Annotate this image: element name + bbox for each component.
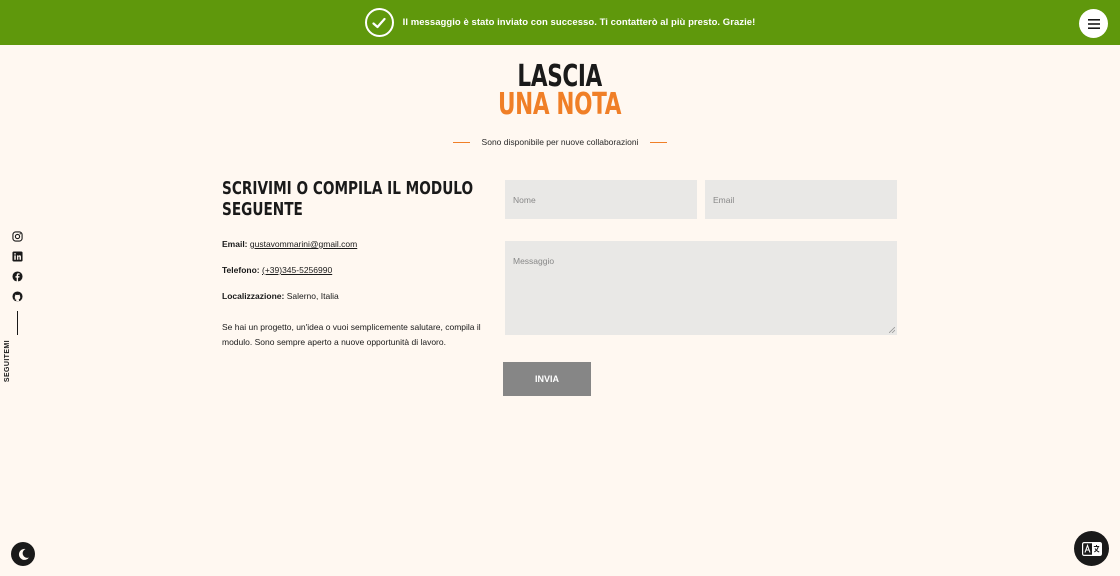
page-title: LASCIA UNA NOTA (0, 62, 1120, 120)
subtitle-text: Sono disponibile per nuove collaborazion… (481, 137, 639, 147)
facebook-icon[interactable] (12, 271, 23, 282)
linkedin-icon[interactable] (12, 251, 23, 262)
resize-grip-icon[interactable] (889, 327, 895, 333)
phone-label: Telefono: (222, 265, 260, 275)
subtitle-dash-right (650, 141, 668, 143)
email-link[interactable]: gustavommarini@gmail.com (250, 239, 357, 249)
social-links (12, 231, 24, 335)
subtitle: Sono disponibile per nuove collaborazion… (0, 137, 1120, 147)
contact-info: SCRIVIMI O COMPILA IL MODULO SEGUENTE Em… (222, 179, 492, 347)
dark-mode-toggle[interactable] (11, 542, 35, 566)
phone-info: Telefono: (+39)345-5256990 (222, 265, 332, 275)
submit-button[interactable]: INVIA (503, 362, 591, 396)
social-divider (17, 311, 18, 335)
success-message: Il messaggio è stato inviato con success… (402, 17, 756, 28)
subtitle-dash-left (452, 141, 470, 143)
contact-paragraph: Se hai un progetto, un'idea o vuoi sempl… (222, 322, 481, 347)
message-placeholder: Messaggio (513, 256, 555, 266)
name-input[interactable]: Nome (505, 180, 697, 219)
message-textarea[interactable]: Messaggio (505, 241, 897, 335)
email-placeholder: Email (713, 194, 735, 205)
translate-button[interactable] (1074, 531, 1109, 566)
hamburger-menu-icon (1087, 18, 1100, 29)
phone-link[interactable]: (+39)345-5256990 (262, 265, 332, 275)
success-banner: Il messaggio è stato inviato con success… (0, 0, 1120, 45)
check-circle-icon (364, 8, 394, 37)
moon-icon (18, 548, 29, 560)
translate-icon (1081, 541, 1102, 556)
menu-button[interactable] (1079, 9, 1108, 38)
location-label: Localizzazione: (222, 291, 285, 301)
location-info: Localizzazione: Salerno, Italia (222, 291, 339, 301)
contact-heading: SCRIVIMI O COMPILA IL MODULO SEGUENTE (222, 179, 474, 220)
email-label: Email: (222, 239, 248, 249)
name-placeholder: Nome (513, 194, 536, 205)
instagram-icon[interactable] (12, 231, 23, 242)
email-input[interactable]: Email (705, 180, 897, 219)
location-value: Salerno, Italia (286, 291, 339, 301)
github-icon[interactable] (12, 291, 23, 302)
title-line-2: UNA NOTA (498, 87, 622, 122)
follow-label: SEGUITEMI (4, 340, 11, 383)
email-info: Email: gustavommarini@gmail.com (222, 239, 357, 249)
